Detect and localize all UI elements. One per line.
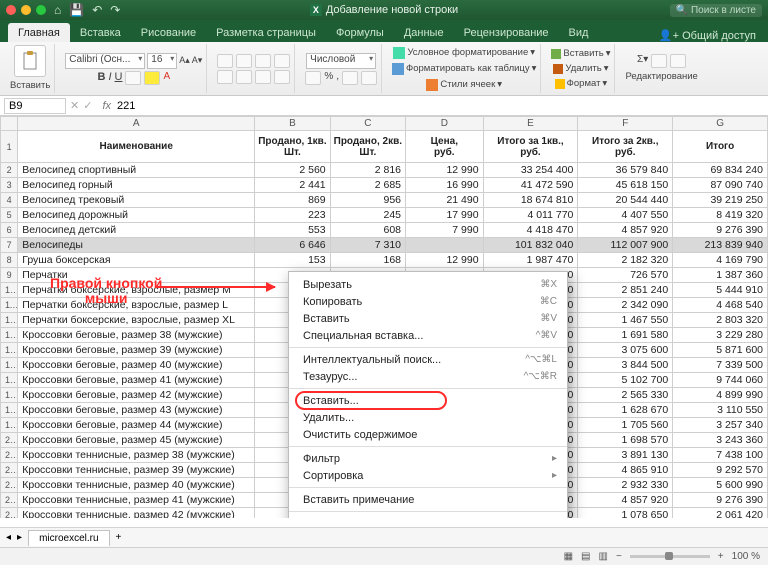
align-top-icon[interactable] bbox=[217, 54, 233, 68]
view-layout-icon[interactable]: ▤ bbox=[581, 551, 590, 562]
formula-bar: B9 ✕ ✓ fx 221 bbox=[0, 96, 768, 116]
table-row[interactable]: 3Велосипед горный2 4412 68516 99041 472 … bbox=[1, 178, 768, 193]
align-center-icon[interactable] bbox=[236, 70, 252, 84]
tab-Рисование[interactable]: Рисование bbox=[131, 23, 206, 42]
close-icon[interactable] bbox=[6, 5, 16, 15]
tab-Рецензирование[interactable]: Рецензирование bbox=[454, 23, 559, 42]
align-bot-icon[interactable] bbox=[255, 54, 271, 68]
view-normal-icon[interactable]: ▦ bbox=[564, 551, 573, 562]
name-box[interactable]: B9 bbox=[4, 98, 66, 114]
menu-item[interactable]: Формат ячеек...⌘1 bbox=[289, 515, 567, 518]
add-sheet-button[interactable]: + bbox=[116, 532, 122, 543]
fill-color-icon[interactable] bbox=[144, 71, 160, 85]
menu-item[interactable]: Вставить... bbox=[289, 392, 567, 409]
font-color-icon[interactable]: A bbox=[163, 71, 170, 85]
save-icon[interactable]: 💾 bbox=[69, 3, 84, 17]
spreadsheet-grid[interactable]: ABCDEFG1НаименованиеПродано, 1кв. Шт.Про… bbox=[0, 116, 768, 518]
home-icon[interactable]: ⌂ bbox=[54, 3, 61, 17]
first-sheet-icon[interactable]: ◂ bbox=[6, 532, 11, 543]
sheet-tab[interactable]: microexcel.ru bbox=[28, 530, 109, 546]
tab-Разметка страницы[interactable]: Разметка страницы bbox=[206, 23, 326, 42]
zoom-slider[interactable] bbox=[630, 555, 710, 558]
menu-item[interactable]: Интеллектуальный поиск...^⌥⌘L bbox=[289, 351, 567, 368]
fx-icon[interactable]: fx bbox=[102, 100, 111, 112]
tab-Вставка[interactable]: Вставка bbox=[70, 23, 131, 42]
align-left-icon[interactable] bbox=[217, 70, 233, 84]
table-row[interactable]: 8Груша боксерская15316812 9901 987 4702 … bbox=[1, 253, 768, 268]
confirm-icon[interactable]: ✓ bbox=[83, 99, 92, 112]
menu-item[interactable]: Фильтр▸ bbox=[289, 450, 567, 467]
svg-text:X: X bbox=[313, 5, 319, 15]
font-size-select[interactable]: 16 bbox=[147, 53, 177, 69]
tab-Данные[interactable]: Данные bbox=[394, 23, 454, 42]
zoom-level[interactable]: 100 % bbox=[732, 551, 760, 562]
currency-icon[interactable] bbox=[305, 71, 321, 85]
annotation-text: Правой кнопкоймыши bbox=[50, 276, 162, 306]
menu-item[interactable]: Вставить⌘V bbox=[289, 310, 567, 327]
share-button[interactable]: 👤+ Общий доступ bbox=[655, 29, 760, 42]
number-format-select[interactable]: Числовой bbox=[306, 53, 376, 69]
delete-cells-button[interactable]: Удалить ▾ bbox=[553, 62, 608, 75]
wrap-icon[interactable] bbox=[274, 54, 290, 68]
formula-input[interactable]: 221 bbox=[117, 100, 135, 112]
view-break-icon[interactable]: ▥ bbox=[599, 551, 608, 562]
table-format-button[interactable]: Форматировать как таблицу ▾ bbox=[392, 62, 536, 76]
align-right-icon[interactable] bbox=[255, 70, 271, 84]
menu-item[interactable]: Сортировка▸ bbox=[289, 467, 567, 484]
col-header[interactable]: G bbox=[673, 117, 768, 131]
redo-icon[interactable]: ↷ bbox=[110, 3, 120, 17]
col-header[interactable]: A bbox=[18, 117, 255, 131]
table-row[interactable]: 4Велосипед трековый86995621 49018 674 81… bbox=[1, 193, 768, 208]
table-row[interactable]: 6Велосипед детский5536087 9904 418 4704 … bbox=[1, 223, 768, 238]
menu-item[interactable]: Копировать⌘C bbox=[289, 293, 567, 310]
table-row[interactable]: 5Велосипед дорожный22324517 9904 011 770… bbox=[1, 208, 768, 223]
ribbon: Вставить Calibri (Осн... 16 A▴ A▾ B I U … bbox=[0, 42, 768, 96]
table-row[interactable]: 2Велосипед спортивный2 5602 81612 99033 … bbox=[1, 163, 768, 178]
cancel-icon[interactable]: ✕ bbox=[70, 99, 79, 112]
dec-inc-icon[interactable] bbox=[342, 71, 358, 85]
col-header[interactable]: D bbox=[406, 117, 484, 131]
menu-item[interactable]: Очистить содержимое bbox=[289, 426, 567, 443]
align-mid-icon[interactable] bbox=[236, 54, 252, 68]
border-icon[interactable] bbox=[125, 71, 141, 85]
table-row[interactable]: 7Велосипеды6 6467 310101 832 040112 007 … bbox=[1, 238, 768, 253]
ribbon-tabs: ГлавнаяВставкаРисованиеРазметка страницы… bbox=[0, 20, 768, 42]
document-title: Добавление новой строки bbox=[326, 4, 458, 16]
cell-styles-button[interactable]: Стили ячеек ▾ bbox=[426, 78, 502, 92]
paste-button[interactable] bbox=[14, 45, 46, 77]
col-header[interactable]: C bbox=[330, 117, 405, 131]
annotation-arrow bbox=[155, 286, 275, 288]
prev-sheet-icon[interactable]: ▸ bbox=[17, 532, 22, 543]
col-header[interactable]: E bbox=[483, 117, 578, 131]
col-header[interactable] bbox=[1, 117, 18, 131]
menu-item[interactable]: Специальная вставка...^⌘V bbox=[289, 327, 567, 344]
tab-Вид[interactable]: Вид bbox=[559, 23, 599, 42]
zoom-icon[interactable] bbox=[36, 5, 46, 15]
minimize-icon[interactable] bbox=[21, 5, 31, 15]
search-input[interactable]: 🔍 Поиск в листе bbox=[670, 4, 762, 17]
status-bar: ▦ ▤ ▥ −+ 100 % bbox=[0, 547, 768, 565]
col-header[interactable]: F bbox=[578, 117, 673, 131]
fill-icon[interactable] bbox=[651, 54, 667, 68]
font-name-select[interactable]: Calibri (Осн... bbox=[65, 53, 145, 69]
clear-icon[interactable] bbox=[670, 54, 686, 68]
insert-cells-button[interactable]: Вставить ▾ bbox=[551, 47, 610, 60]
tab-Главная[interactable]: Главная bbox=[8, 23, 70, 42]
tab-Формулы[interactable]: Формулы bbox=[326, 23, 394, 42]
undo-icon[interactable]: ↶ bbox=[92, 3, 102, 17]
menu-item[interactable]: Тезаурус...^⌥⌘R bbox=[289, 368, 567, 385]
menu-item[interactable]: Вставить примечание bbox=[289, 491, 567, 508]
merge-icon[interactable] bbox=[274, 70, 290, 84]
context-menu: Вырезать⌘XКопировать⌘CВставить⌘VСпециаль… bbox=[288, 271, 568, 518]
dec-dec-icon[interactable] bbox=[361, 71, 377, 85]
menu-item[interactable]: Вырезать⌘X bbox=[289, 276, 567, 293]
titlebar: ⌂ 💾 ↶ ↷ X Добавление новой строки 🔍 Поис… bbox=[0, 0, 768, 20]
cond-format-button[interactable]: Условное форматирование ▾ bbox=[393, 46, 535, 60]
window-controls[interactable] bbox=[6, 5, 46, 15]
format-cells-button[interactable]: Формат ▾ bbox=[555, 77, 608, 90]
col-header[interactable]: B bbox=[255, 117, 330, 131]
sheet-tab-bar: ◂ ▸ microexcel.ru + bbox=[0, 527, 768, 547]
menu-item[interactable]: Удалить... bbox=[289, 409, 567, 426]
